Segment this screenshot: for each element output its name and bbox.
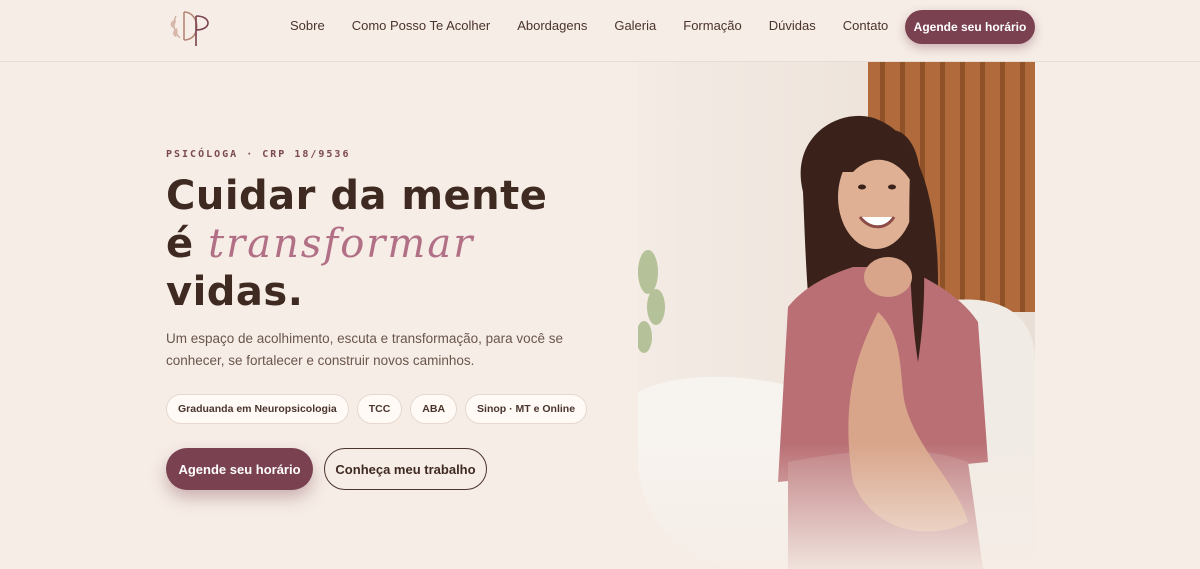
nav-link-abordagens[interactable]: Abordagens — [517, 17, 587, 35]
nav-link-duvidas[interactable]: Dúvidas — [769, 17, 816, 35]
tag-neuropsicologia: Graduanda em Neuropsicologia — [166, 394, 349, 424]
headline-line-1: Cuidar da mente — [166, 173, 548, 219]
headline-line-2: é transformar — [166, 220, 596, 268]
nav-link-sobre[interactable]: Sobre — [290, 17, 325, 35]
nav-link-galeria[interactable]: Galeria — [614, 17, 656, 35]
headline-line-3: vidas. — [166, 269, 304, 315]
nav-link-como-posso-te-acolher[interactable]: Como Posso Te Acolher — [352, 17, 491, 35]
tag-tcc: TCC — [356, 394, 403, 424]
site-header: Sobre Como Posso Te Acolher Abordagens G… — [0, 0, 1200, 62]
headline-prefix: é — [166, 221, 194, 267]
nav-link-formacao[interactable]: Formação — [683, 17, 742, 35]
tag-aba: ABA — [410, 394, 458, 424]
hero-eyebrow: PSICÓLOGA · CRP 18/9536 — [166, 149, 351, 160]
dp-monogram-logo[interactable] — [166, 6, 222, 48]
hero-tags: Graduanda em Neuropsicologia TCC ABA Sin… — [166, 394, 588, 424]
tag-location: Sinop · MT e Online — [465, 394, 588, 424]
hero-learn-more-button[interactable]: Conheça meu trabalho — [324, 448, 487, 490]
headline-script-word: transformar — [208, 221, 475, 267]
hero-schedule-button[interactable]: Agende seu horário — [166, 448, 313, 490]
header-schedule-button[interactable]: Agende seu horário — [905, 10, 1035, 44]
hero-subtitle: Um espaço de acolhimento, escuta e trans… — [166, 331, 563, 368]
nav-link-contato[interactable]: Contato — [843, 17, 889, 35]
main-navigation: Sobre Como Posso Te Acolher Abordagens G… — [290, 17, 915, 35]
psychologist-portrait-image — [638, 62, 1035, 569]
hero-headline: Cuidar da mente é transformar vidas. — [166, 172, 596, 316]
